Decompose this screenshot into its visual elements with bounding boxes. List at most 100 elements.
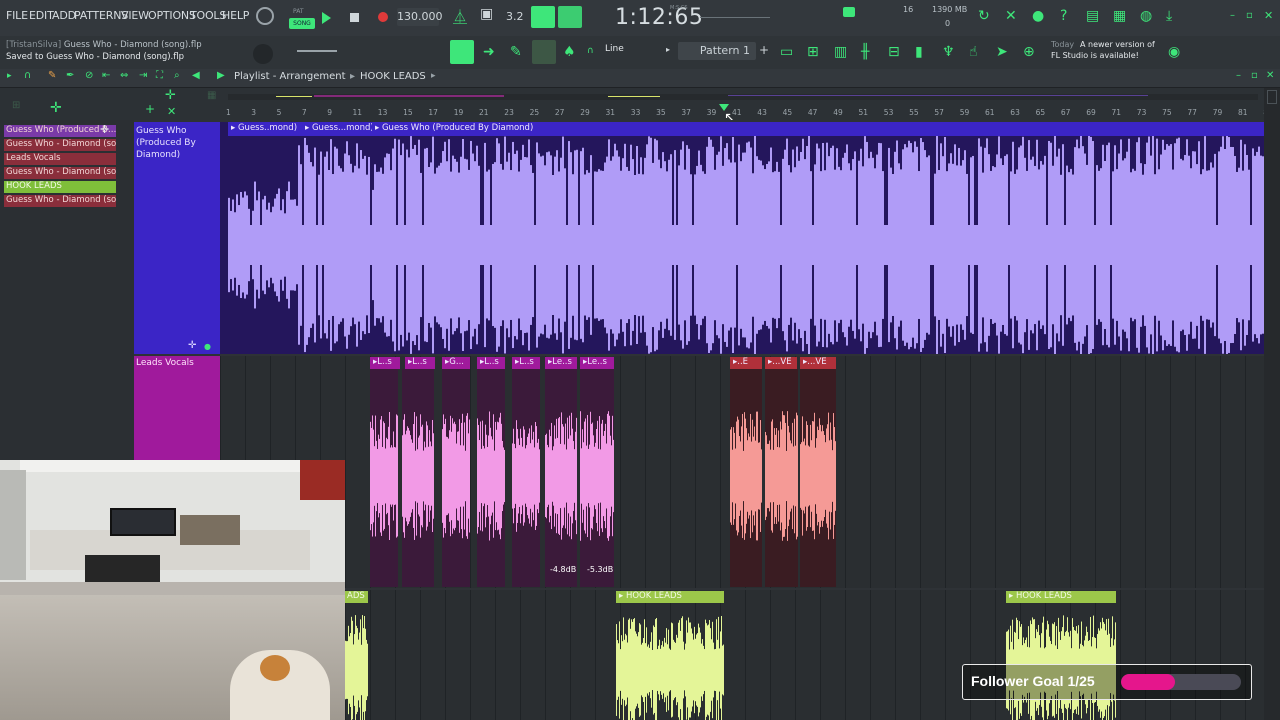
channel-rack-icon[interactable]: ▭ bbox=[780, 44, 793, 60]
help-icon[interactable]: ? bbox=[1060, 8, 1067, 24]
channel-icon[interactable]: ╫ bbox=[861, 44, 869, 60]
pitch-knob[interactable] bbox=[253, 44, 273, 64]
track-header-vocals[interactable]: Leads Vocals bbox=[134, 356, 220, 460]
mute-tool-icon[interactable]: ⇤ bbox=[102, 70, 110, 81]
vertical-scrollbar[interactable] bbox=[1264, 88, 1280, 720]
playlist-maximize-icon[interactable]: ▫ bbox=[1251, 70, 1258, 81]
pattern-item-1[interactable]: Guess Who - Diamond (son… bbox=[4, 139, 116, 151]
arrow-right-icon[interactable]: ➜ bbox=[483, 44, 495, 60]
song-mode-toggle[interactable]: SONG bbox=[289, 18, 315, 29]
menu-file[interactable]: FILE bbox=[6, 9, 28, 22]
menu-help[interactable]: HELP bbox=[222, 9, 249, 22]
slice-tool-icon[interactable]: ⇥ bbox=[139, 70, 147, 81]
pattern-item-5[interactable]: Guess Who - Diamond (son… bbox=[4, 195, 116, 207]
chat-icon[interactable]: ◍ bbox=[1140, 8, 1152, 24]
menu-add[interactable]: ADD bbox=[52, 9, 76, 22]
clip-vocal-4[interactable]: ▸L..s bbox=[477, 357, 505, 369]
add-pattern-icon[interactable]: + bbox=[759, 43, 769, 57]
pattern-item-4[interactable]: HOOK LEADS bbox=[4, 181, 116, 193]
clip-vocal-7[interactable]: ▸Le..s bbox=[580, 357, 614, 369]
news-line-2[interactable]: FL Studio is available! bbox=[1051, 51, 1139, 60]
pattern-item-3[interactable]: Guess Who - Diamond (son… bbox=[4, 167, 116, 179]
touch-icon[interactable]: ☝ bbox=[969, 44, 978, 60]
timeline-ruler[interactable]: 1 3 5 7 9 11 13 15 17 19 21 23 25 27 29 31 33 35 37 39 41 43 4… bbox=[226, 108, 1273, 120]
close-icon[interactable]: ✕ bbox=[1264, 9, 1273, 22]
clip-beat-1[interactable]: ▸ Guess..mond) bbox=[228, 123, 302, 135]
playlist-menu-arrow-icon[interactable]: ▸ bbox=[7, 71, 12, 81]
lane-hook[interactable]: ADS ▸ HOOK LEADS ▸ HOOK LEADS bbox=[220, 590, 1264, 720]
menu-tools[interactable]: TOOLS bbox=[190, 9, 226, 22]
remove-icon[interactable]: ✕ bbox=[167, 105, 176, 118]
browser-icon[interactable]: ⊟ bbox=[888, 44, 900, 60]
cart-icon[interactable]: ⊕ bbox=[1023, 44, 1035, 60]
clip-hook-1[interactable]: ▸ HOOK LEADS bbox=[616, 591, 724, 603]
send-icon[interactable]: ➤ bbox=[996, 44, 1008, 60]
stop-icon[interactable] bbox=[350, 13, 359, 22]
clip-hook-0[interactable]: ADS bbox=[344, 591, 368, 603]
clip-vocal-1[interactable]: ▸L..s bbox=[370, 357, 400, 369]
countdown-icon[interactable] bbox=[558, 6, 582, 28]
zoom-icon[interactable]: ✛ bbox=[165, 88, 176, 103]
clip-hook-2[interactable]: ▸ HOOK LEADS bbox=[1006, 591, 1116, 603]
menu-view[interactable]: VIEW bbox=[121, 9, 149, 22]
clip-beat-2[interactable]: ▸ Guess...mond) bbox=[302, 123, 372, 135]
wait-for-input-icon[interactable]: ▣ bbox=[480, 6, 493, 22]
file-icon[interactable]: ▮ bbox=[915, 44, 923, 60]
track-led-icon[interactable]: ● bbox=[204, 342, 211, 351]
pattern-item-2[interactable]: Leads Vocals bbox=[4, 153, 116, 165]
magnet-snap-icon[interactable]: ∩ bbox=[24, 70, 31, 81]
microphone-icon[interactable]: ● bbox=[1032, 8, 1044, 24]
pattern-prev-icon[interactable]: ▸ bbox=[666, 45, 670, 54]
menu-patterns[interactable]: PATTERNS bbox=[74, 9, 128, 22]
clip-vocal-9[interactable]: ▸...VE bbox=[765, 357, 797, 369]
download-icon[interactable]: ⤓ bbox=[1166, 8, 1172, 24]
song-position-slider[interactable] bbox=[700, 17, 770, 18]
mixer-icon[interactable]: ✕ bbox=[1005, 8, 1017, 24]
song-overview-strip[interactable] bbox=[228, 94, 1258, 100]
playlist-close-icon[interactable]: ✕ bbox=[1266, 70, 1274, 81]
slip-tool-icon[interactable]: ⇔ bbox=[120, 70, 128, 81]
delete-tool-icon[interactable]: ⊘ bbox=[85, 70, 93, 81]
clip-vocal-3[interactable]: ▸G... bbox=[442, 357, 470, 369]
metronome-icon[interactable]: ⏅ bbox=[453, 7, 467, 27]
playlist-icon[interactable] bbox=[450, 40, 474, 64]
clip-vocal-8[interactable]: ▸..E bbox=[730, 357, 762, 369]
track-mode-icon[interactable]: ✛ bbox=[50, 100, 62, 116]
globe-icon[interactable]: ◉ bbox=[1168, 44, 1180, 60]
snap-selector[interactable]: Line bbox=[605, 44, 624, 54]
pattern-picker-icon[interactable]: ⊞ bbox=[12, 100, 20, 111]
clip-vocal-2[interactable]: ▸L..s bbox=[405, 357, 435, 369]
pattern-selector[interactable]: Pattern 1 bbox=[678, 42, 756, 60]
magnet-icon[interactable]: ∩ bbox=[587, 46, 594, 56]
menu-edit[interactable]: EDIT bbox=[29, 9, 54, 22]
scrollbar-thumb[interactable] bbox=[1267, 90, 1277, 104]
plug-icon[interactable]: ♆ bbox=[942, 44, 955, 60]
mixer-view-icon[interactable]: ⊞ bbox=[807, 44, 819, 60]
plugin-icon[interactable]: ▦ bbox=[1113, 8, 1126, 24]
keyboard-icon[interactable]: ▦ bbox=[207, 90, 216, 101]
news-line-1[interactable]: A newer version of bbox=[1080, 40, 1155, 49]
stamp-icon[interactable]: ♠ bbox=[563, 44, 576, 60]
pencil-icon[interactable]: ✎ bbox=[510, 44, 522, 60]
zoom-tool-icon[interactable]: ⌕ bbox=[174, 70, 180, 81]
lane-beat[interactable]: ▸ Guess..mond) ▸ Guess...mond) ▸ Guess W… bbox=[220, 122, 1264, 354]
paint-tool-icon[interactable]: ✒ bbox=[66, 70, 74, 81]
playlist-arrow-icon[interactable]: ▶ bbox=[217, 70, 225, 81]
main-volume-slider[interactable] bbox=[297, 50, 337, 52]
link-icon[interactable] bbox=[532, 40, 556, 64]
lane-vocals[interactable]: ▸L..s ▸L..s ▸G... ▸L..s ▸L..s ▸Le..s ▸Le… bbox=[220, 356, 1264, 588]
track-header-beat[interactable]: Guess Who (Produced By Diamond) ✛ ● bbox=[134, 122, 220, 354]
clip-vocal-10[interactable]: ▸...VE bbox=[800, 357, 836, 369]
select-tool-icon[interactable]: ⛶ bbox=[156, 70, 163, 81]
play-icon[interactable] bbox=[322, 12, 331, 24]
playback-tool-icon[interactable]: ◀ bbox=[192, 70, 200, 81]
add-track-icon[interactable]: + bbox=[145, 102, 155, 116]
clip-beat-3[interactable]: ▸ Guess Who (Produced By Diamond) bbox=[372, 123, 672, 135]
minimize-icon[interactable]: – bbox=[1230, 10, 1235, 21]
pattern-move-icon[interactable]: ✛ bbox=[100, 123, 109, 136]
tempo-display[interactable]: 130.000 bbox=[397, 8, 443, 26]
playlist-minimize-icon[interactable]: – bbox=[1236, 70, 1241, 81]
menu-options[interactable]: OPTIONS bbox=[148, 9, 196, 22]
maximize-icon[interactable]: ▫ bbox=[1246, 10, 1253, 21]
typing-keyboard-icon[interactable] bbox=[531, 6, 555, 28]
